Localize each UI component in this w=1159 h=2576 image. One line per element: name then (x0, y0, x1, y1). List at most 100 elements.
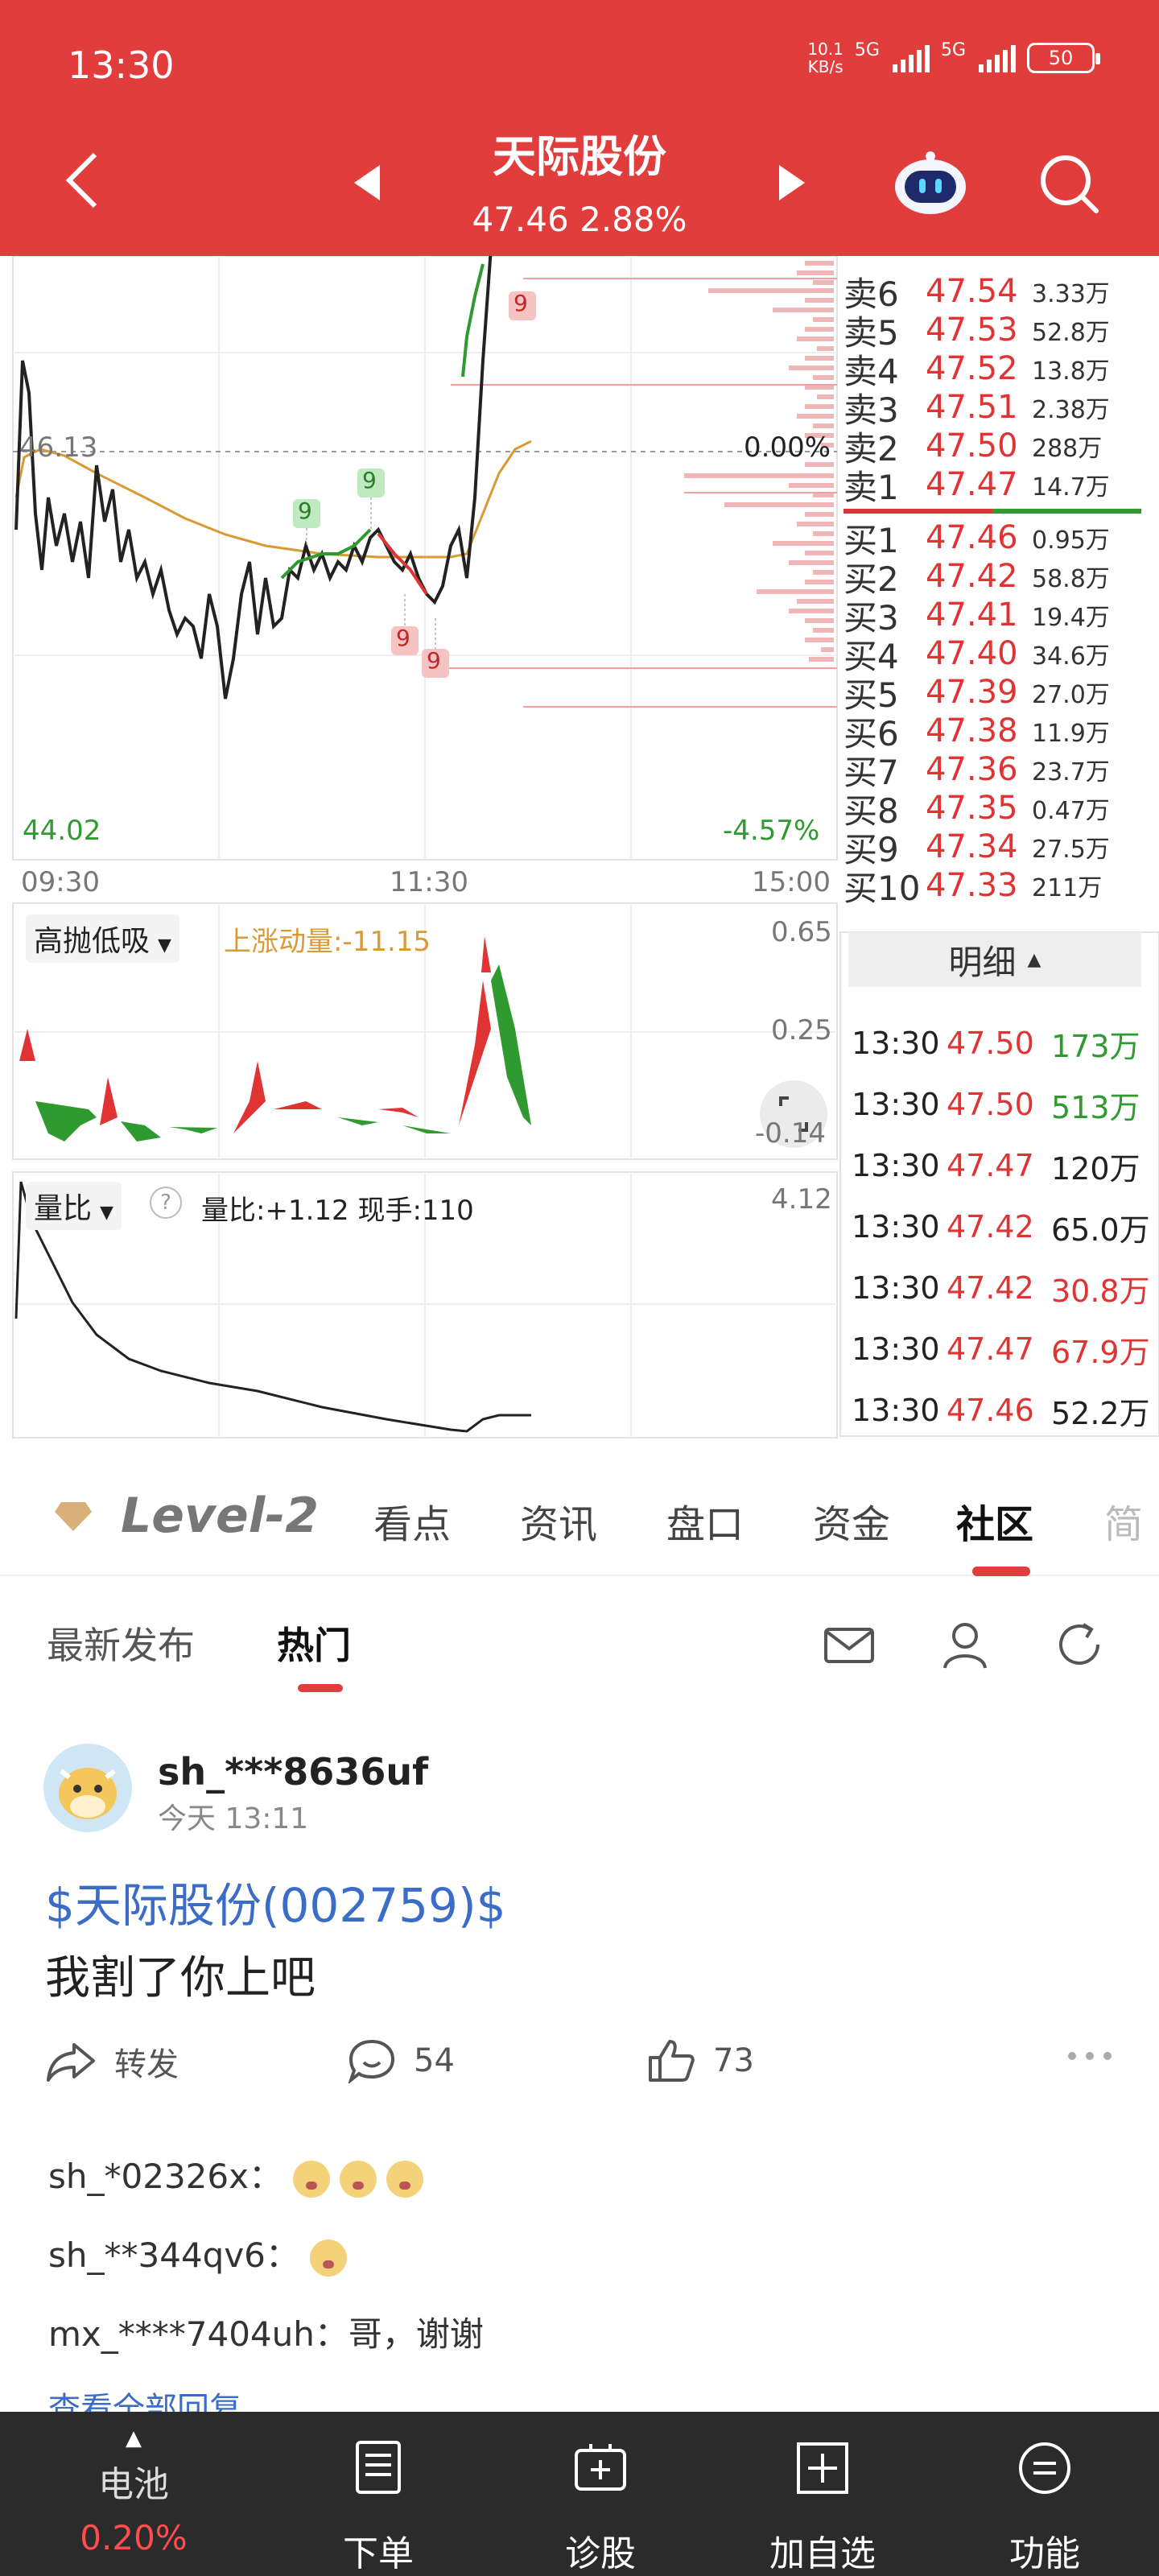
ob-price: 47.50 (926, 427, 1018, 464)
section-tabs: Level-2 看点 资讯 盘口 资金 社区 简 (0, 1459, 1159, 1576)
robot-assistant-icon[interactable] (892, 148, 969, 216)
avatar[interactable] (43, 1744, 132, 1832)
speed-value: 10.1 (807, 39, 843, 59)
like-button[interactable]: 73 (647, 2038, 754, 2083)
share-label: 转发 (114, 2046, 179, 2083)
time-start: 09:30 (21, 866, 100, 898)
post-stock-link[interactable]: $天际股份(002759)$ (45, 1868, 505, 1935)
ob-volume: 34.6万 (1032, 642, 1110, 671)
chart-high-label: 46.13 (19, 431, 98, 464)
reply-item[interactable]: sh_**344qv6： (48, 2228, 357, 2277)
status-icons: 10.1 KB/s 5G 5G 50 (807, 39, 1100, 76)
share-icon (47, 2043, 95, 2082)
ob-price: 47.54 (926, 273, 1018, 310)
sim2-label: 5G (940, 40, 966, 60)
mail-icon[interactable] (821, 1616, 877, 1673)
trade-time: 13:30 (852, 1087, 940, 1122)
ob-volume: 2.38万 (1032, 396, 1110, 424)
trade-time: 13:30 (852, 1331, 940, 1367)
battery-level: 50 (1048, 47, 1074, 69)
add-icon (797, 2442, 848, 2494)
marker-label-e: 9 (514, 290, 528, 316)
diagnose-button[interactable]: 诊股 (520, 2412, 681, 2576)
subtab-hot[interactable]: 热门 (277, 1616, 351, 1670)
ob-volume: 0.95万 (1032, 526, 1110, 555)
ob-volume: 211万 (1032, 874, 1103, 902)
tab-news[interactable]: 资讯 (520, 1492, 597, 1549)
tab-orderbook[interactable]: 盘口 (666, 1492, 744, 1549)
tab-funds[interactable]: 资金 (813, 1492, 890, 1549)
reply-user: mx_****7404uh： (48, 2314, 349, 2354)
add-watchlist-label: 加自选 (769, 2533, 876, 2574)
add-watchlist-button[interactable]: 加自选 (742, 2412, 903, 2576)
trade-volume: 65.0万 (1051, 1212, 1150, 1248)
tab-brief[interactable]: 简 (1104, 1492, 1143, 1549)
signal-icon-2 (979, 43, 1016, 72)
tab-underline (972, 1567, 1030, 1576)
more-icon[interactable] (1066, 2050, 1114, 2062)
ob-price: 47.33 (926, 867, 1018, 904)
tab-highlights[interactable]: 看点 (373, 1492, 451, 1549)
ob-price: 47.36 (926, 751, 1018, 788)
ob-volume: 14.7万 (1032, 473, 1110, 502)
reply-item[interactable]: mx_****7404uh：哥，谢谢 (48, 2307, 484, 2356)
trade-time: 13:30 (852, 1209, 940, 1245)
trade-row: 13:30 47.50 513万 (852, 1074, 1159, 1135)
post-author[interactable]: sh_***8636uf (158, 1750, 428, 1794)
subtab-latest[interactable]: 最新发布 (47, 1616, 195, 1670)
chart-area: 46.13 0.00% 44.02 -4.57% 09:30 11:30 15:… (0, 256, 1159, 1455)
ob-volume: 23.7万 (1032, 758, 1110, 786)
refresh-icon[interactable] (1051, 1616, 1107, 1673)
next-stock-icon[interactable] (779, 165, 805, 200)
help-icon[interactable]: ? (150, 1187, 182, 1219)
ob-volume: 19.4万 (1032, 604, 1110, 632)
speed-unit: KB/s (807, 57, 843, 76)
ob-volume: 13.8万 (1032, 357, 1110, 386)
comment-button[interactable]: 54 (348, 2038, 455, 2083)
ask-row[interactable]: 卖1 47.47 14.7万 (843, 465, 1159, 507)
app-root: 13:30 10.1 KB/s 5G 5G 50 天际股份 47.46 2.88… (0, 0, 1159, 2576)
ob-price: 47.47 (926, 466, 1018, 503)
trade-row: 13:30 47.46 52.2万 (852, 1380, 1159, 1441)
diagnose-label: 诊股 (565, 2533, 636, 2574)
trade-price: 47.50 (947, 1087, 1034, 1122)
share-button[interactable]: 转发 (45, 2038, 179, 2085)
tab-level2[interactable]: Level-2 (121, 1488, 319, 1544)
marker-label-c: 9 (396, 625, 410, 651)
ob-volume: 11.9万 (1032, 720, 1110, 748)
battery-stock-item[interactable]: ▲ 电池 0.20% (53, 2412, 214, 2576)
battery-icon: 50 (1027, 43, 1100, 73)
caret-up-icon: ▲ (126, 2426, 142, 2450)
trade-volume: 120万 (1051, 1150, 1140, 1187)
like-count: 73 (713, 2042, 754, 2079)
chart-low-price: 44.02 (23, 815, 101, 847)
detail-toggle[interactable]: 明细 ▲ (848, 932, 1141, 987)
indicator1-value: 上涨动量:-11.15 (224, 926, 431, 958)
indicator1-top: 0.65 (771, 916, 832, 948)
ob-price: 47.51 (926, 389, 1018, 426)
function-label: 功能 (1009, 2533, 1080, 2574)
trade-row: 13:30 47.42 65.0万 (852, 1196, 1159, 1257)
thumbs-up-icon (649, 2040, 695, 2082)
trade-price: 47.47 (947, 1148, 1034, 1183)
function-button[interactable]: 功能 (964, 2412, 1125, 2576)
subtab-underline (298, 1684, 343, 1692)
reply-item[interactable]: sh_*02326x： (48, 2149, 433, 2198)
tab-community[interactable]: 社区 (956, 1492, 1033, 1549)
ob-price: 47.53 (926, 312, 1018, 349)
post-text: 我割了你上吧 (45, 1952, 316, 2004)
bid-row[interactable]: 买10 47.33 211万 (843, 866, 1159, 908)
trade-row: 13:30 47.50 173万 (852, 1013, 1159, 1074)
user-icon[interactable] (937, 1616, 993, 1673)
ob-level-label: 卖1 (843, 467, 899, 507)
indicator2-select[interactable]: 量比 ▼ (26, 1182, 122, 1230)
order-button[interactable]: 下单 (298, 2412, 459, 2576)
ob-price: 47.39 (926, 674, 1018, 711)
cow-avatar-icon (59, 1768, 117, 1819)
post-time: 今天 13:11 (158, 1802, 309, 1835)
post-card[interactable]: sh_***8636uf 今天 13:11 $天际股份(002759)$ 我割了… (0, 1707, 1159, 2415)
chevron-down-icon: ▼ (158, 935, 171, 956)
search-icon[interactable] (1037, 151, 1101, 216)
menu-circle-icon (1019, 2442, 1070, 2494)
indicator1-select[interactable]: 高抛低吸 ▼ (26, 914, 179, 963)
